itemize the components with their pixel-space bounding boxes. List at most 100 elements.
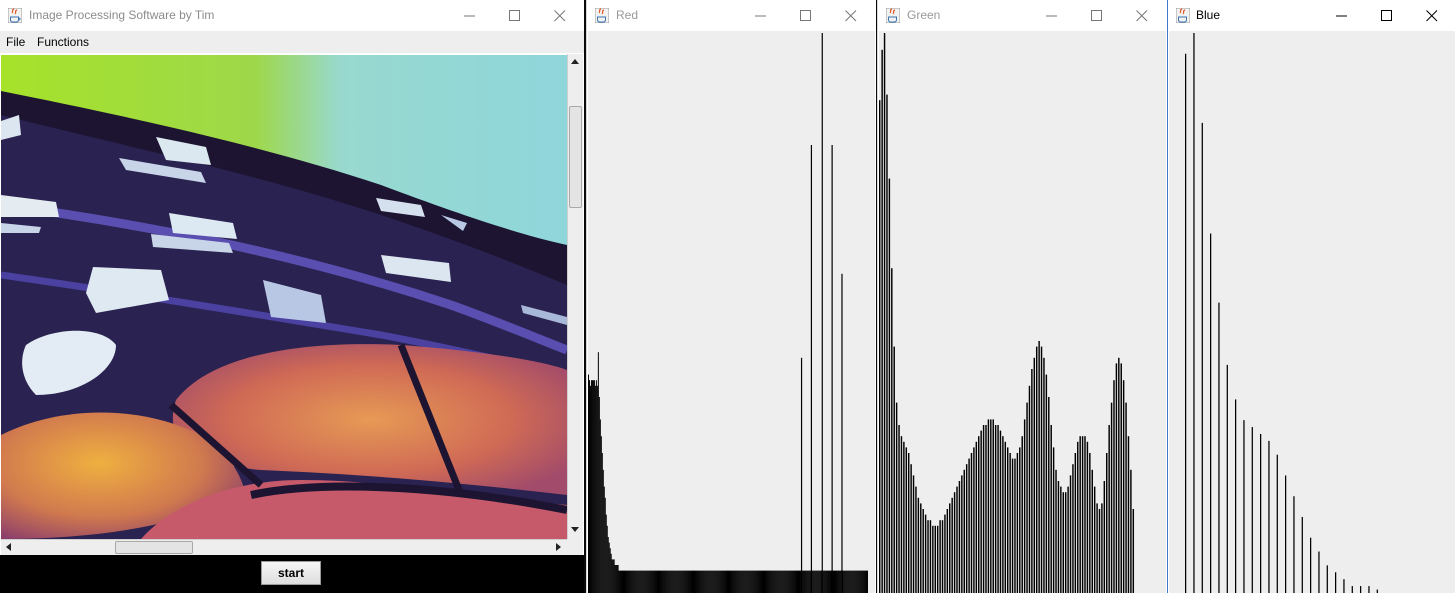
- horizontal-scroll-thumb[interactable]: [115, 541, 193, 554]
- horizontal-scrollbar[interactable]: [1, 539, 567, 555]
- close-button[interactable]: [538, 0, 582, 31]
- histogram-bar: [693, 570, 695, 593]
- histogram-bar: [617, 565, 619, 593]
- histogram-bar: [621, 570, 623, 593]
- histogram-bar: [920, 503, 922, 593]
- histogram-bar: [787, 570, 789, 593]
- histogram-bar: [847, 570, 849, 593]
- menu-functions[interactable]: Functions: [37, 35, 89, 49]
- histogram-bar: [761, 570, 763, 593]
- histogram-bar: [717, 570, 719, 593]
- start-button[interactable]: start: [261, 561, 321, 585]
- histogram-bar: [725, 570, 727, 593]
- histogram-bar: [994, 425, 997, 593]
- histogram-bar: [724, 570, 726, 593]
- histogram-bar: [710, 570, 712, 593]
- histogram-bar: [1201, 122, 1203, 593]
- minimize-button[interactable]: [448, 0, 492, 31]
- scroll-right-icon[interactable]: [556, 543, 561, 551]
- histogram-bar: [834, 570, 836, 593]
- histogram-spike: [810, 145, 813, 593]
- minimize-button[interactable]: [1030, 0, 1074, 31]
- image-viewport[interactable]: [1, 55, 567, 539]
- maximize-icon: [509, 9, 520, 21]
- histogram-bar: [797, 570, 799, 593]
- histogram-bar: [765, 570, 767, 593]
- histogram-bar: [642, 570, 644, 593]
- scroll-down-icon[interactable]: [571, 527, 579, 532]
- histogram-bar: [1108, 425, 1110, 593]
- close-button[interactable]: [829, 0, 873, 31]
- histogram-spike: [821, 33, 823, 593]
- histogram-bar: [680, 570, 682, 593]
- histogram-bar: [612, 559, 614, 593]
- minimize-button[interactable]: [739, 0, 783, 31]
- histogram-bar: [627, 570, 629, 593]
- histogram-bar: [790, 570, 792, 593]
- vertical-scrollbar[interactable]: [567, 54, 583, 539]
- histogram-bar: [592, 380, 594, 593]
- histogram-bar: [1057, 481, 1060, 593]
- red-titlebar[interactable]: Red: [587, 0, 876, 31]
- histogram-bar: [707, 570, 709, 593]
- histogram-bar: [719, 570, 721, 593]
- histogram-bar: [818, 570, 820, 593]
- maximize-button[interactable]: [784, 0, 828, 31]
- histogram-bar: [999, 430, 1002, 593]
- minimize-icon: [755, 15, 766, 16]
- histogram-bar: [634, 570, 636, 593]
- main-titlebar[interactable]: Image Processing Software by Tim: [0, 0, 584, 31]
- scroll-up-icon[interactable]: [571, 59, 579, 64]
- histogram-bar: [978, 436, 980, 593]
- histogram-bar: [1026, 402, 1028, 593]
- green-titlebar[interactable]: Green: [878, 0, 1167, 31]
- histogram-bar: [956, 486, 958, 593]
- histogram-bar: [997, 425, 999, 593]
- histogram-bar: [771, 570, 773, 593]
- histogram-bar: [758, 570, 760, 593]
- histogram-bar: [845, 570, 847, 593]
- blue-titlebar[interactable]: Blue: [1168, 0, 1456, 31]
- histogram-bar: [737, 570, 739, 593]
- histogram-bar: [608, 542, 610, 593]
- histogram-bar: [723, 570, 725, 593]
- histogram-bar: [888, 178, 891, 593]
- histogram-bar: [615, 565, 617, 593]
- menu-file[interactable]: File: [6, 35, 25, 49]
- maximize-button[interactable]: [1365, 0, 1409, 31]
- close-button[interactable]: [1120, 0, 1164, 31]
- histogram-bar: [987, 419, 990, 593]
- histogram-bar: [683, 570, 685, 593]
- histogram-bar: [646, 570, 648, 593]
- histogram-bar: [638, 570, 640, 593]
- histogram-bar: [696, 570, 698, 593]
- maximize-button[interactable]: [1075, 0, 1119, 31]
- histogram-bar: [910, 464, 912, 593]
- main-window: Image Processing Software by Tim File Fu…: [0, 0, 584, 593]
- histogram-bar: [675, 570, 677, 593]
- histogram-bar: [961, 475, 963, 593]
- histogram-bar: [629, 570, 631, 593]
- maximize-button[interactable]: [493, 0, 537, 31]
- histogram-bar: [779, 570, 781, 593]
- vertical-scroll-thumb[interactable]: [569, 106, 582, 208]
- histogram-bar: [667, 570, 669, 593]
- histogram-bar: [782, 570, 784, 593]
- histogram-bar: [1031, 369, 1033, 593]
- histogram-bar: [852, 570, 854, 593]
- histogram-bar: [763, 570, 765, 593]
- histogram-bar: [1218, 302, 1220, 593]
- histogram-bar: [1060, 486, 1062, 593]
- scroll-left-icon[interactable]: [6, 543, 11, 551]
- histogram-bar: [618, 570, 620, 593]
- histogram-bar: [934, 525, 936, 593]
- histogram-bar: [757, 570, 759, 593]
- histogram-bar: [1376, 589, 1378, 593]
- green-histogram-chart: [879, 33, 1135, 593]
- histogram-bar: [664, 570, 666, 593]
- minimize-button[interactable]: [1320, 0, 1364, 31]
- close-button[interactable]: [1410, 0, 1454, 31]
- histogram-bar: [858, 570, 860, 593]
- histogram-bar: [798, 570, 800, 593]
- histogram-bar: [796, 570, 798, 593]
